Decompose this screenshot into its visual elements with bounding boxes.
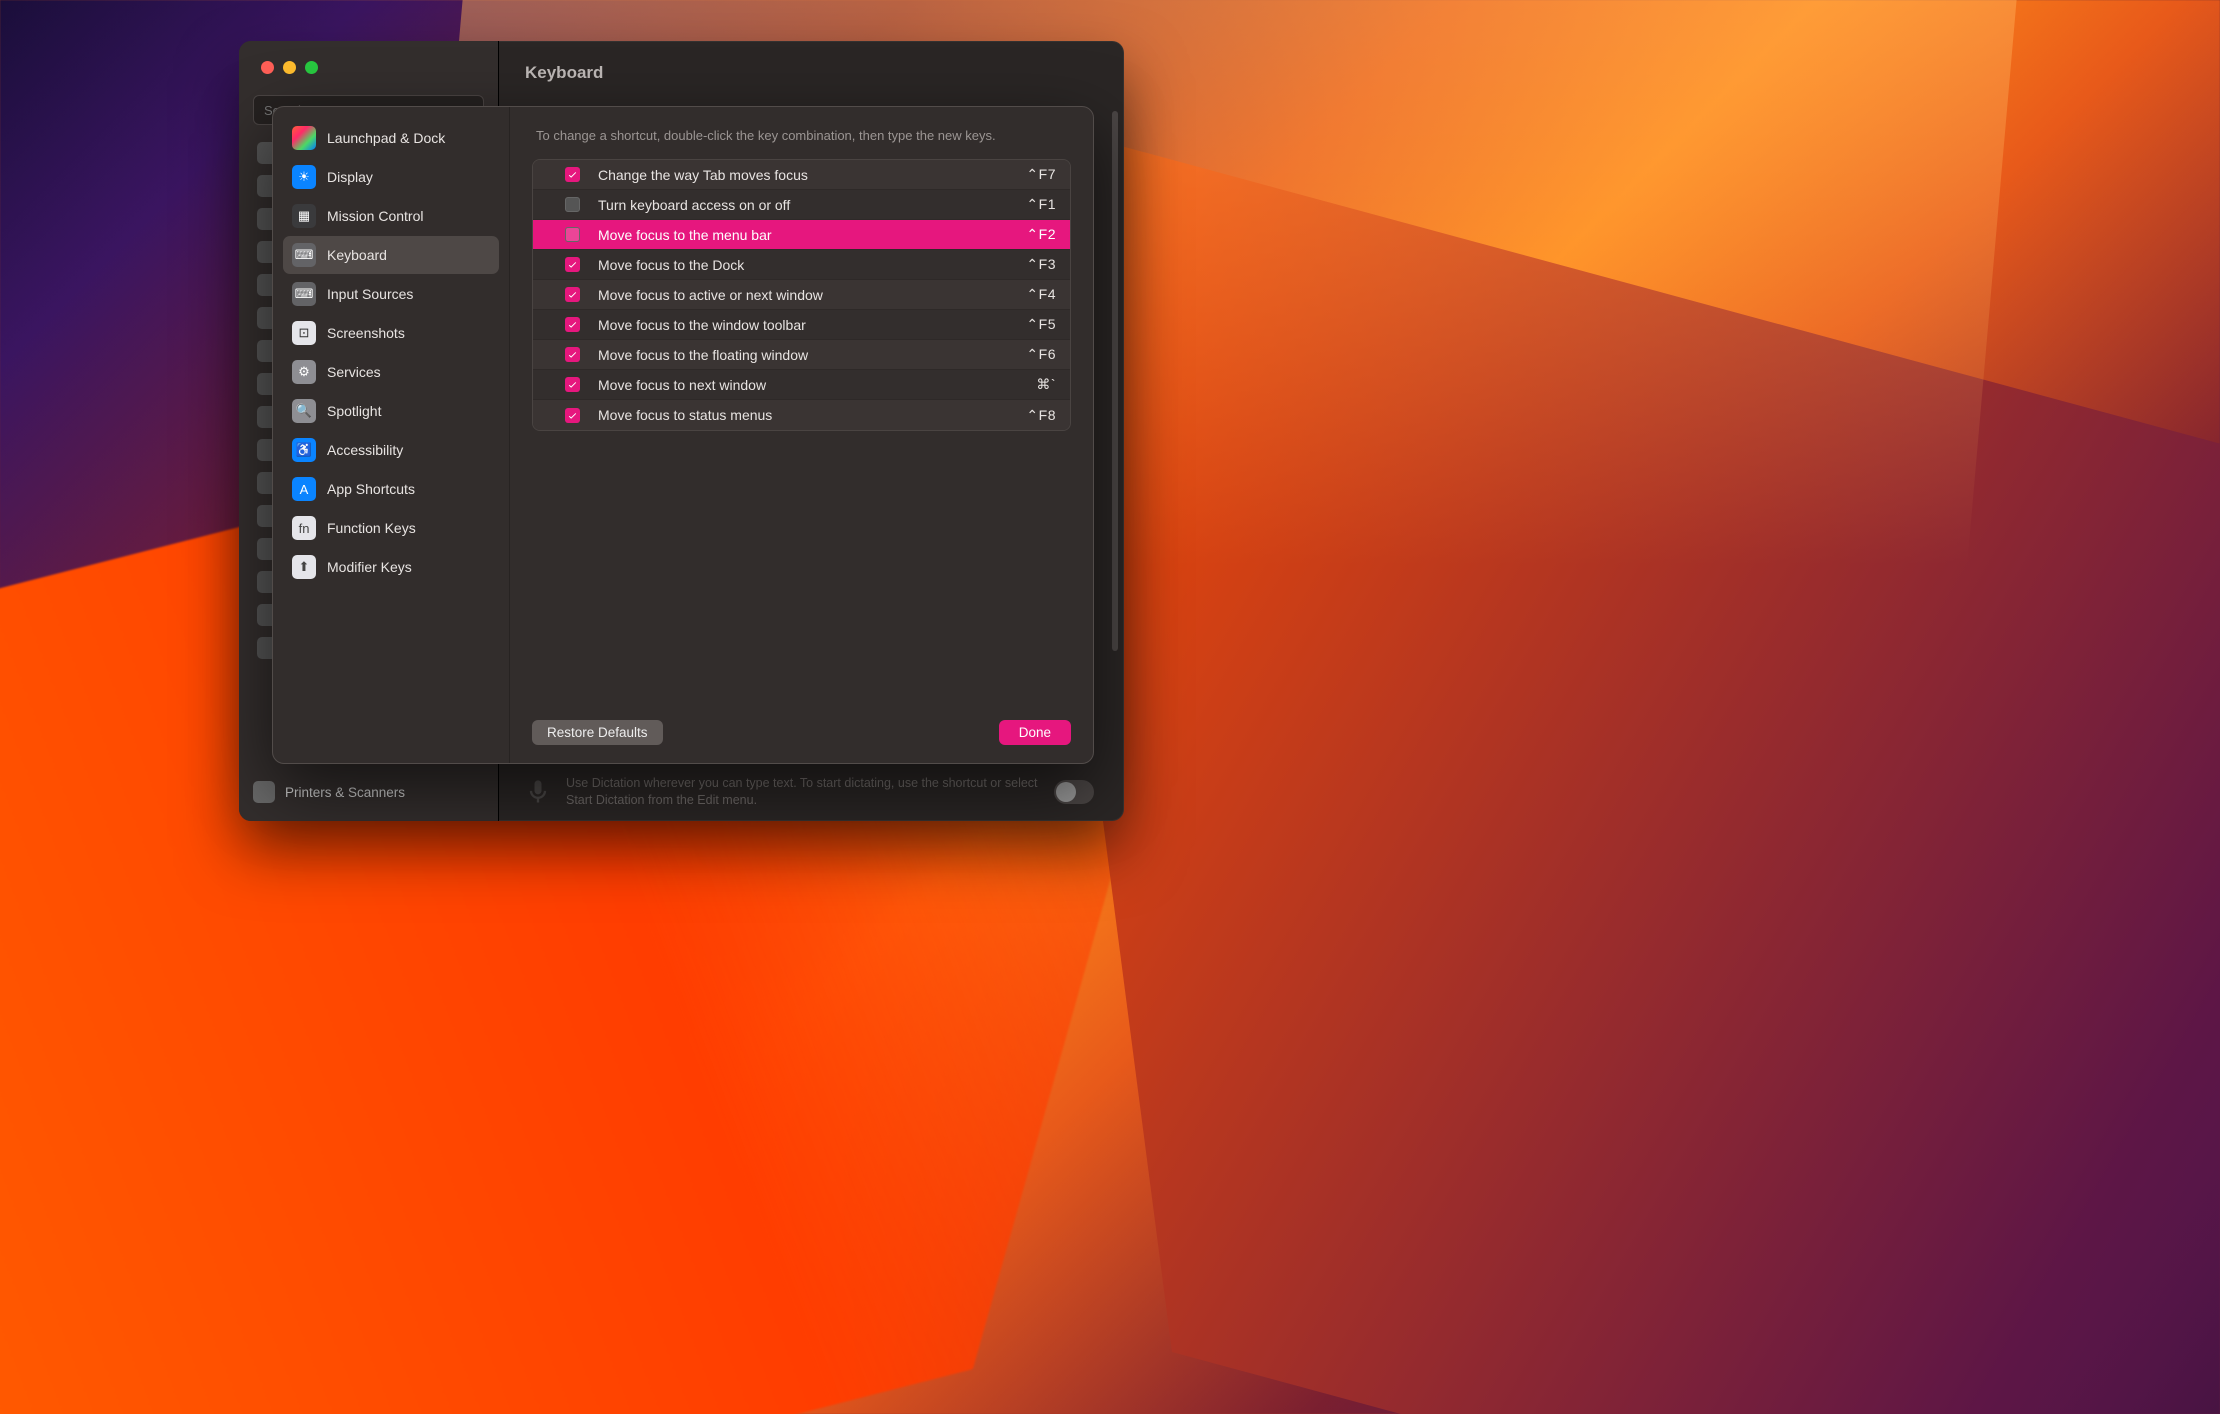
category-item-modifier[interactable]: ⬆ Modifier Keys: [283, 548, 499, 586]
done-button[interactable]: Done: [999, 720, 1071, 745]
category-item-mission[interactable]: ▦ Mission Control: [283, 197, 499, 235]
dictation-row: Use Dictation wherever you can type text…: [524, 775, 1094, 809]
category-label: Display: [327, 169, 373, 185]
shortcut-key[interactable]: ⌃F3: [1026, 256, 1056, 273]
category-item-display[interactable]: ☀ Display: [283, 158, 499, 196]
shortcut-row[interactable]: Turn keyboard access on or off⌃F1: [533, 190, 1070, 220]
shortcut-row[interactable]: Move focus to the floating window⌃F6: [533, 340, 1070, 370]
appshort-icon: A: [292, 477, 316, 501]
restore-defaults-button[interactable]: Restore Defaults: [532, 720, 663, 745]
shortcut-key[interactable]: ⌘`: [1036, 376, 1056, 393]
keyboard-shortcuts-sheet: Launchpad & Dock ☀ Display ▦ Mission Control…: [272, 106, 1094, 764]
shortcut-label: Move focus to active or next window: [598, 287, 1026, 303]
shortcut-list: Change the way Tab moves focus⌃F7Turn ke…: [532, 159, 1071, 431]
category-label: App Shortcuts: [327, 481, 415, 497]
shortcut-label: Move focus to status menus: [598, 407, 1026, 423]
minimize-window-button[interactable]: [283, 61, 296, 74]
shortcut-key[interactable]: ⌃F7: [1026, 166, 1056, 183]
shortcut-label: Move focus to the floating window: [598, 347, 1026, 363]
screenshots-icon: ⊡: [292, 321, 316, 345]
modifier-icon: ⬆: [292, 555, 316, 579]
launchpad-icon: [292, 126, 316, 150]
shortcut-row[interactable]: Move focus to the menu bar⌃F2: [533, 220, 1070, 250]
shortcut-checkbox[interactable]: [565, 287, 580, 302]
instruction-text: To change a shortcut, double-click the k…: [532, 127, 1071, 145]
shortcut-label: Move focus to the window toolbar: [598, 317, 1026, 333]
category-label: Spotlight: [327, 403, 381, 419]
zoom-window-button[interactable]: [305, 61, 318, 74]
category-item-input[interactable]: ⌨ Input Sources: [283, 275, 499, 313]
sidebar-item-label: Printers & Scanners: [285, 785, 405, 800]
shortcut-key[interactable]: ⌃F1: [1026, 196, 1056, 213]
shortcut-key[interactable]: ⌃F4: [1026, 286, 1056, 303]
category-item-keyboard[interactable]: ⌨ Keyboard: [283, 236, 499, 274]
shortcut-label: Change the way Tab moves focus: [598, 167, 1026, 183]
shortcut-row[interactable]: Move focus to the window toolbar⌃F5: [533, 310, 1070, 340]
shortcut-row[interactable]: Move focus to next window⌘`: [533, 370, 1070, 400]
category-label: Mission Control: [327, 208, 423, 224]
shortcut-checkbox[interactable]: [565, 377, 580, 392]
accessibility-icon: ♿: [292, 438, 316, 462]
mission-icon: ▦: [292, 204, 316, 228]
shortcut-checkbox[interactable]: [565, 347, 580, 362]
shortcut-checkbox[interactable]: [565, 317, 580, 332]
shortcut-checkbox[interactable]: [565, 227, 580, 242]
category-item-screenshots[interactable]: ⊡ Screenshots: [283, 314, 499, 352]
shortcut-row[interactable]: Move focus to active or next window⌃F4: [533, 280, 1070, 310]
category-item-launchpad[interactable]: Launchpad & Dock: [283, 119, 499, 157]
category-item-spotlight[interactable]: 🔍 Spotlight: [283, 392, 499, 430]
keyboard-icon: ⌨: [292, 243, 316, 267]
scrollbar[interactable]: [1112, 111, 1118, 651]
shortcut-checkbox[interactable]: [565, 257, 580, 272]
dictation-hint-text: Use Dictation wherever you can type text…: [566, 775, 1040, 809]
category-label: Accessibility: [327, 442, 403, 458]
shortcut-checkbox[interactable]: [565, 167, 580, 182]
category-item-fn[interactable]: fn Function Keys: [283, 509, 499, 547]
shortcut-row[interactable]: Move focus to status menus⌃F8: [533, 400, 1070, 430]
shortcut-category-list: Launchpad & Dock ☀ Display ▦ Mission Control…: [273, 107, 509, 763]
category-label: Launchpad & Dock: [327, 130, 445, 146]
category-label: Modifier Keys: [327, 559, 412, 575]
shortcut-label: Move focus to the menu bar: [598, 227, 1026, 243]
shortcut-row[interactable]: Move focus to the Dock⌃F3: [533, 250, 1070, 280]
category-label: Services: [327, 364, 381, 380]
shortcut-checkbox[interactable]: [565, 408, 580, 423]
shortcut-checkbox[interactable]: [565, 197, 580, 212]
microphone-icon: [524, 778, 552, 806]
shortcut-key[interactable]: ⌃F5: [1026, 316, 1056, 333]
dictation-toggle[interactable]: [1054, 780, 1094, 804]
shortcut-label: Turn keyboard access on or off: [598, 197, 1026, 213]
category-item-accessibility[interactable]: ♿ Accessibility: [283, 431, 499, 469]
input-icon: ⌨: [292, 282, 316, 306]
sidebar-item-printers[interactable]: Printers & Scanners: [253, 781, 405, 803]
window-controls: [261, 61, 318, 74]
category-item-services[interactable]: ⚙ Services: [283, 353, 499, 391]
close-window-button[interactable]: [261, 61, 274, 74]
shortcut-key[interactable]: ⌃F6: [1026, 346, 1056, 363]
category-label: Input Sources: [327, 286, 413, 302]
category-label: Keyboard: [327, 247, 387, 263]
category-label: Screenshots: [327, 325, 405, 341]
fn-icon: fn: [292, 516, 316, 540]
display-icon: ☀: [292, 165, 316, 189]
spotlight-icon: 🔍: [292, 399, 316, 423]
shortcut-label: Move focus to the Dock: [598, 257, 1026, 273]
shortcut-key[interactable]: ⌃F8: [1026, 407, 1056, 424]
shortcut-key[interactable]: ⌃F2: [1026, 226, 1056, 243]
printer-icon: [253, 781, 275, 803]
category-item-appshort[interactable]: A App Shortcuts: [283, 470, 499, 508]
services-icon: ⚙: [292, 360, 316, 384]
page-title: Keyboard: [499, 41, 1124, 93]
shortcut-row[interactable]: Change the way Tab moves focus⌃F7: [533, 160, 1070, 190]
category-label: Function Keys: [327, 520, 416, 536]
shortcut-label: Move focus to next window: [598, 377, 1036, 393]
